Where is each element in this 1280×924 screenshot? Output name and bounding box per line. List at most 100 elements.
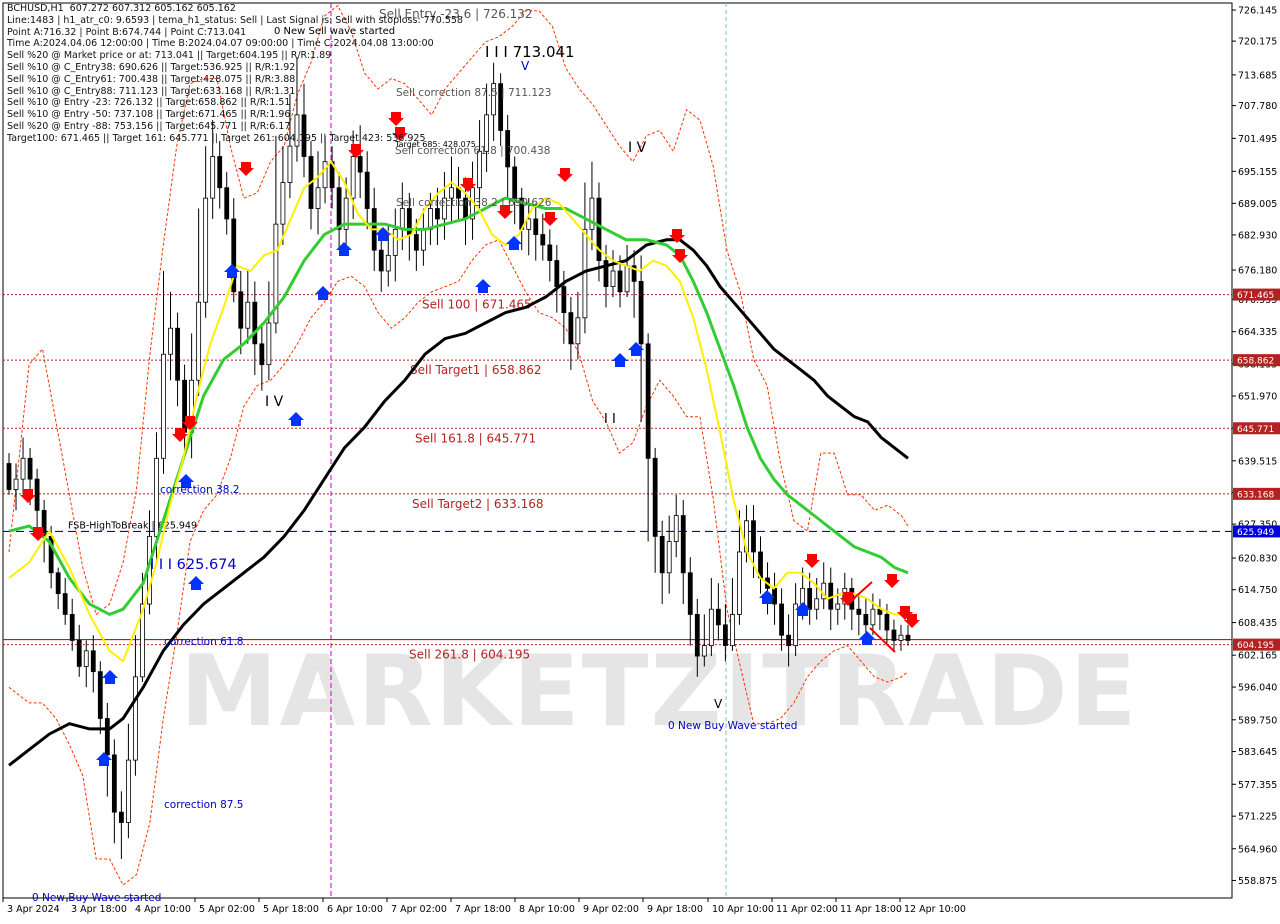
chart-annotation: correction 61.8 [164,636,243,648]
candle-body [540,234,546,246]
x-tick-label: 7 Apr 02:00 [391,904,447,915]
chart-annotation: I V [628,140,647,156]
candle-body [252,301,258,345]
info-line: Sell %10 @ Entry -50: 737.108 || Target:… [7,109,291,121]
candle-body [336,187,342,230]
candle-body [800,587,806,605]
x-tick-label: 9 Apr 18:00 [647,904,703,915]
x-tick-label: 3 Apr 18:00 [71,904,127,915]
chart-annotation: I V [265,394,284,410]
candle-body [245,301,251,329]
candle-body [168,327,173,355]
level-label: Sell 261.8 | 604.195 [409,648,530,662]
candle-body [835,603,841,610]
candle-body [27,457,33,480]
chart-annotation: Sell correction 61.8 | 700.438 [395,145,550,157]
candle-body [20,457,26,480]
y-tick-label: 564.960 [1238,844,1277,855]
candle-body [13,478,19,490]
candle-body [83,650,89,667]
x-tick-label: 9 Apr 02:00 [583,904,639,915]
level-price-tag-text: 671.465 [1237,291,1274,301]
candle-body [645,343,651,459]
info-line: Sell %20 @ Market price or at: 713.041 |… [7,50,332,62]
candle-body [617,270,623,293]
candle-body [547,244,553,261]
candle-body [104,718,110,756]
candle-body [779,603,784,636]
candle-body [708,608,714,647]
candle-body [575,317,581,345]
y-tick-label: 707.780 [1238,101,1277,112]
candle-body [863,614,869,626]
candle-body [589,197,595,230]
y-tick-label: 713.685 [1238,70,1277,81]
y-tick-label: 589.750 [1238,715,1277,726]
candle-body [701,645,707,657]
candle-body [210,156,216,199]
chart-annotation: I I [604,412,616,427]
candle-body [203,197,209,303]
candle-body [175,327,180,381]
candle-body [870,608,876,626]
candle-body [69,614,75,641]
candle-body [898,634,904,641]
x-tick-label: 11 Apr 02:00 [776,904,838,915]
candle-body [125,759,131,823]
candle-body [533,218,539,235]
candle-body [638,280,644,345]
level-price-tag-text: 645.771 [1237,425,1274,435]
info-line: Line:1483 | h1_atr_c0: 9.6593 | tema_h1_… [7,14,463,26]
info-line: Target100: 671.465 || Target 161: 645.77… [7,132,426,144]
candle-body [512,166,518,199]
candle-body [357,156,363,173]
candle-body [891,629,897,641]
fsb-label: FSB-HighToBreak | 625.949 [68,520,197,531]
candle-body [666,541,672,574]
candle-body [673,515,679,542]
candle-body [905,634,911,641]
candle-body [55,572,61,594]
candle-body [793,603,799,647]
info-line: Sell %10 @ Entry -23: 726.132 || Target:… [7,97,291,109]
candle-body [730,614,735,647]
candle-body [364,171,370,209]
x-tick-label: 3 Apr 2024 [7,904,60,915]
y-axis: 726.145 720.175 713.685 707.780 701.495 695.1… [1232,6,1277,887]
candle-body [238,291,244,329]
x-tick-label: 6 Apr 10:00 [327,904,383,915]
info-line: Sell %10 @ C_Entry61: 700.438 || Target:… [7,73,296,85]
candle-body [884,614,890,631]
level-price-tag-text: 604.195 [1237,641,1274,651]
y-tick-label: 720.175 [1238,37,1277,48]
candle-body [786,634,792,647]
candle-body [568,312,574,345]
candle-body [610,270,616,287]
level-label: Sell Target1 | 658.862 [410,363,542,377]
watermark: MARKETZITRADE [180,635,1139,749]
x-tick-label: 8 Apr 10:00 [519,904,575,915]
chart-annotation: I I I 625.674 [150,557,237,573]
candle-body [118,811,124,823]
candle-body [435,208,440,220]
info-line: Sell %10 @ C_Entry88: 711.123 || Target:… [7,85,296,97]
y-tick-label: 695.155 [1238,167,1277,178]
chart-annotation: V [714,697,723,711]
chart-annotation: I I I 713.041 [485,43,575,61]
y-tick-label: 596.040 [1238,683,1277,694]
candle-body [751,520,756,553]
candle-body [392,228,398,256]
x-tick-label: 5 Apr 18:00 [263,904,319,915]
candle-body [111,754,117,813]
candle-body [76,640,82,667]
candle-body [315,187,321,209]
x-tick-label: 12 Apr 10:00 [904,904,966,915]
candle-body [737,551,742,615]
candle-body [814,598,820,610]
chart-annotation: Sell correction 38.2 | 690.626 [396,197,552,209]
candle-body [266,322,272,366]
y-tick-label: 602.165 [1238,651,1277,662]
y-tick-label: 558.875 [1238,876,1277,887]
info-line: Sell %20 @ Entry -88: 753.156 || Target:… [7,120,291,132]
info-line: Time A:2024.04.06 12:00:00 | Time B:2024… [7,38,434,50]
